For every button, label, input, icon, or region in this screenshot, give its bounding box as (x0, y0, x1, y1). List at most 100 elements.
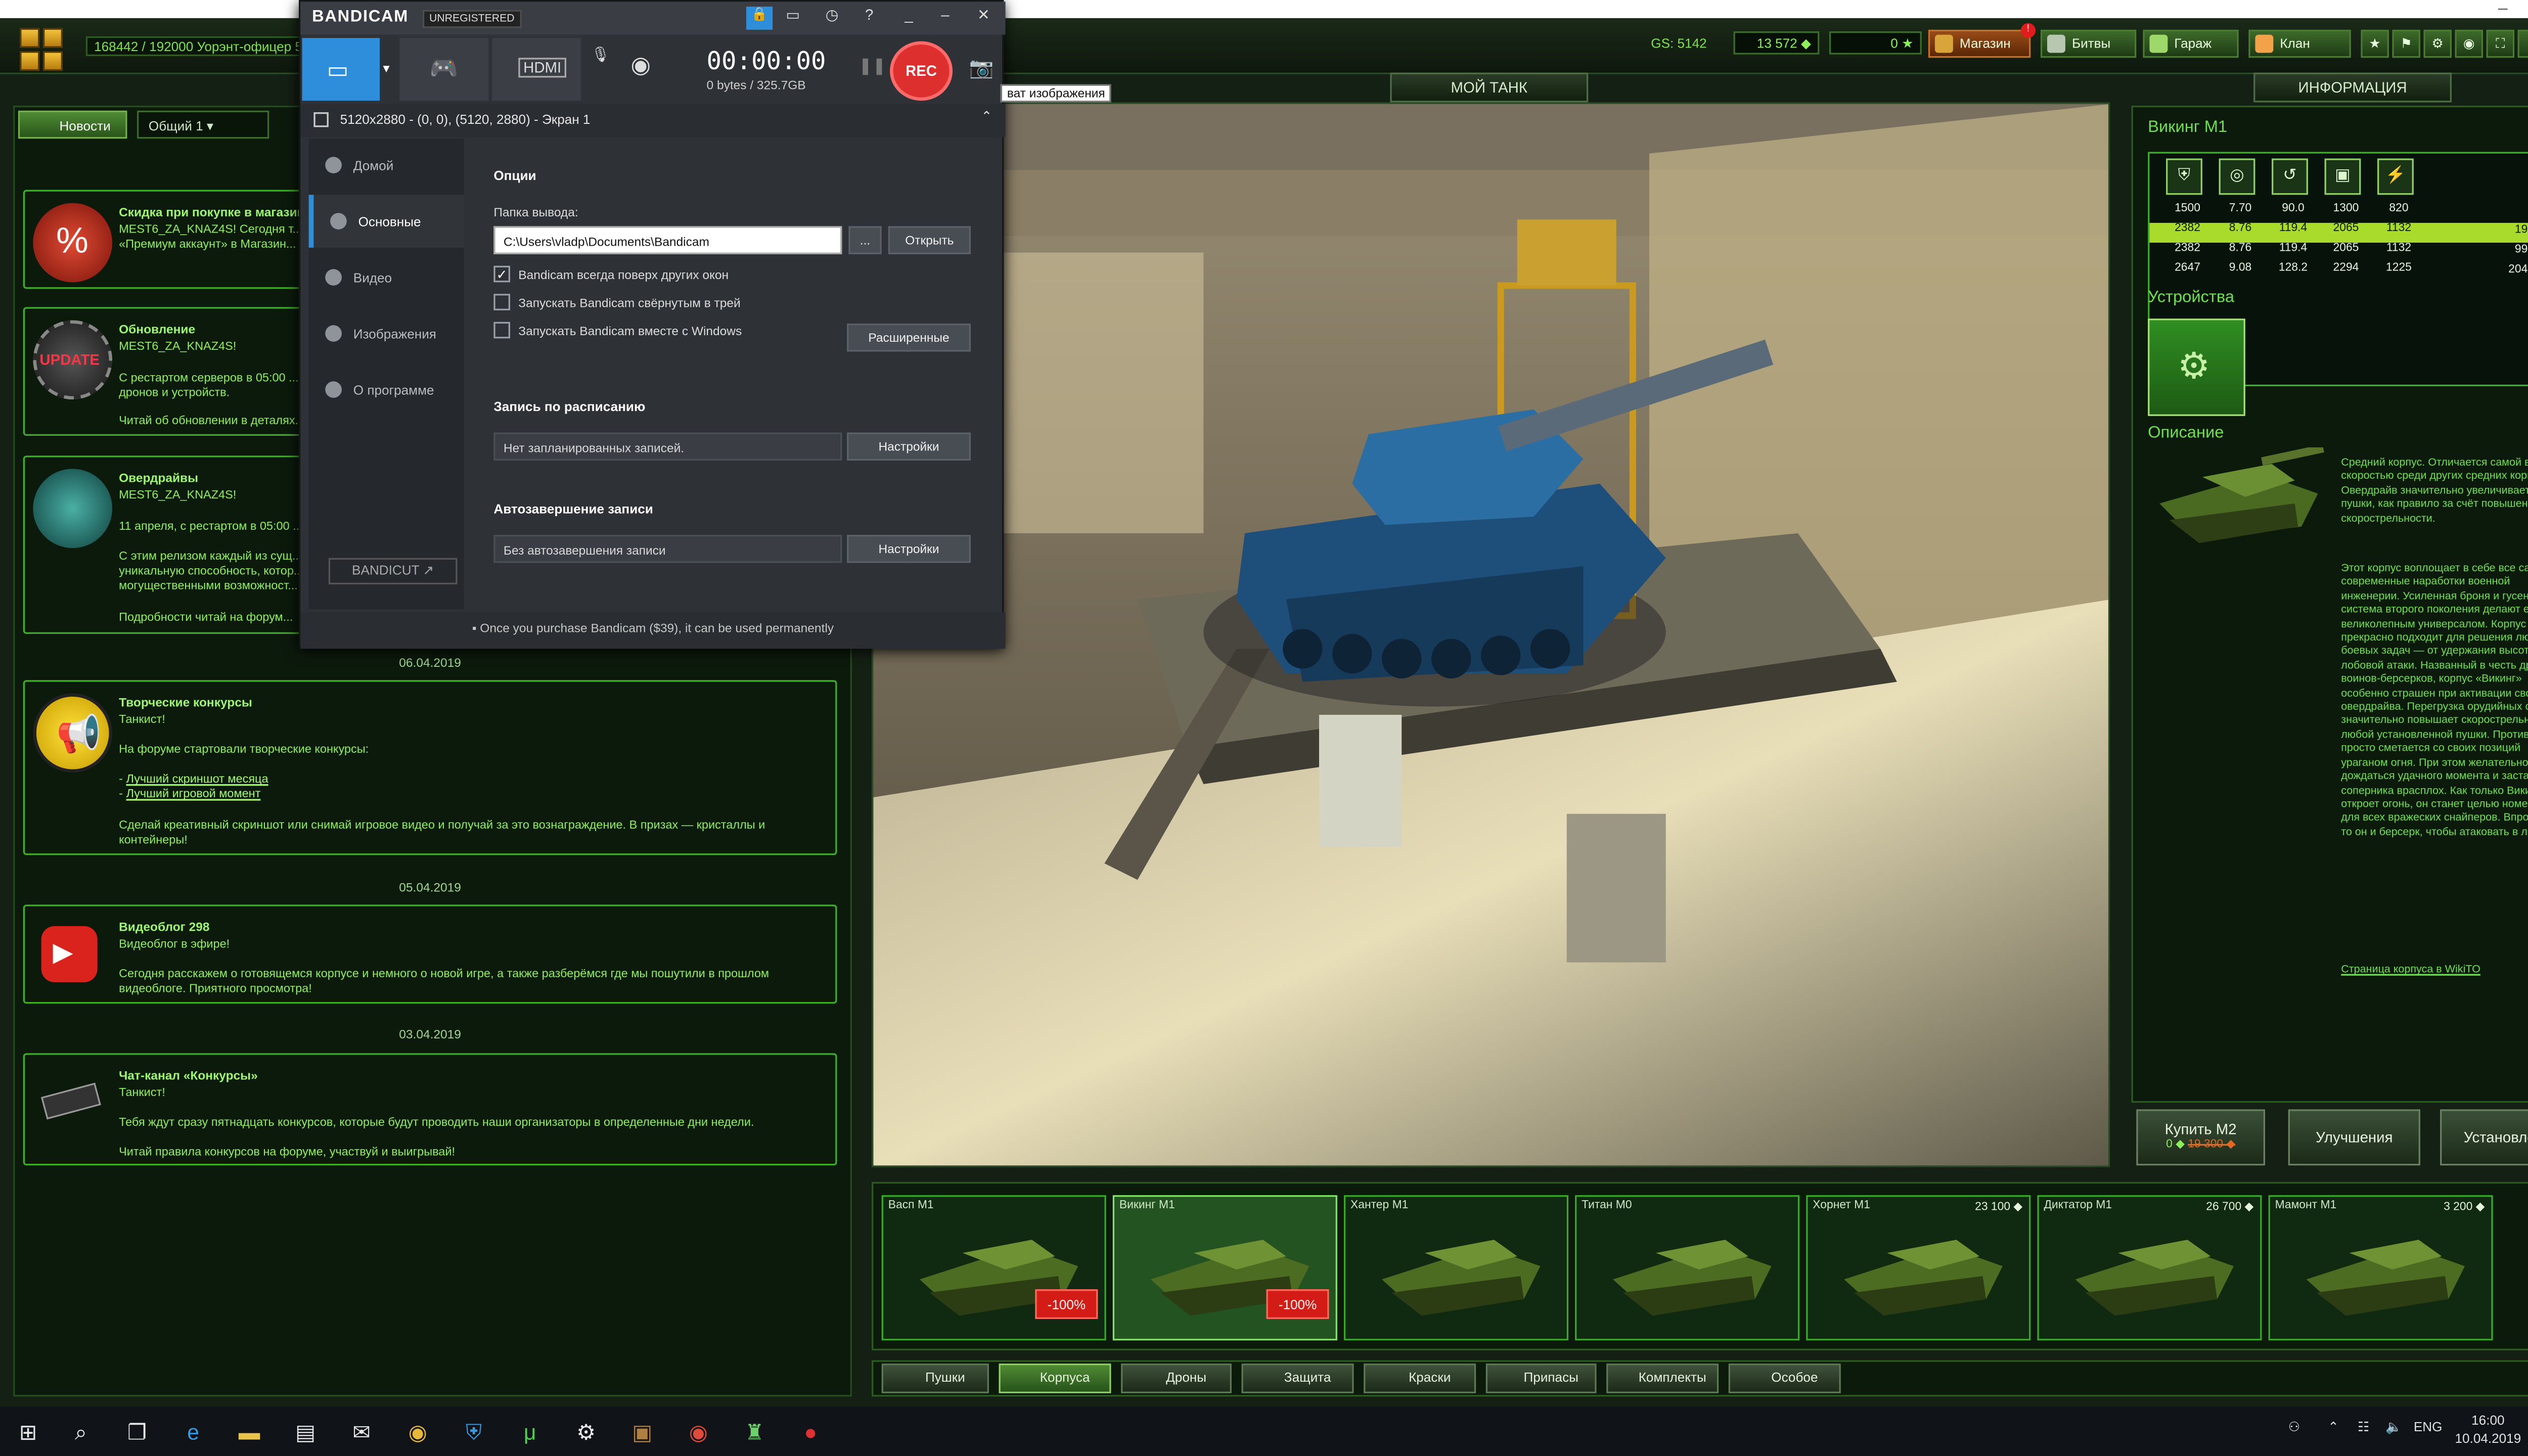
garage-3d-view[interactable] (872, 102, 2110, 1167)
network-icon[interactable]: ☷ (2358, 1420, 2369, 1434)
rec-button[interactable]: REC (889, 41, 953, 101)
game-mode-button[interactable]: 🎮 (399, 38, 489, 101)
utorrent-icon[interactable]: μ (515, 1418, 545, 1448)
store-icon[interactable]: ▤ (291, 1418, 321, 1448)
stat-value: 2647 (2175, 262, 2200, 275)
camera-icon[interactable]: 📷 (969, 56, 994, 79)
news-card-chat-channel[interactable]: Чат-канал «Конкурсы» Танкист! Тебя ждут … (23, 1053, 837, 1166)
hull-card[interactable]: Мамонт М1 3 200 ◆ (2268, 1195, 2493, 1341)
screenshot-contest-link[interactable]: Лучший скриншот месяца (126, 771, 268, 786)
help-icon[interactable]: ? (865, 7, 873, 23)
category-tab[interactable]: Краски (1364, 1363, 1476, 1393)
mail-icon[interactable]: ✉ (347, 1418, 377, 1448)
garage-button[interactable]: Гараж (2143, 29, 2239, 58)
settings-icon[interactable]: ⚙ (571, 1418, 601, 1448)
buy-button[interactable]: Купить М2 0 ◆ 19 300 ◆ (2136, 1109, 2265, 1166)
nav-images[interactable]: Изображения (309, 307, 464, 359)
clock-time[interactable]: 16:00 (2471, 1413, 2504, 1428)
output-folder-input[interactable]: C:\Users\vladp\Documents\Bandicam (493, 226, 842, 254)
browse-button[interactable]: ... (848, 226, 882, 254)
collapse-icon[interactable]: _ (905, 7, 913, 23)
mic-icon[interactable]: 🎙 (591, 46, 610, 64)
hull-card[interactable]: Диктатор М1 26 700 ◆ (2037, 1195, 2262, 1341)
advanced-button[interactable]: Расширенные (847, 323, 971, 352)
clan-button[interactable]: Клан (2248, 29, 2351, 58)
hull-card[interactable]: Викинг М1 -100% (1112, 1195, 1337, 1341)
category-tab[interactable]: Корпуса (999, 1363, 1111, 1393)
hull-card[interactable]: Васп М1 -100% (881, 1195, 1106, 1341)
always-on-top-checkbox[interactable]: ✓ (493, 265, 510, 283)
close-icon[interactable]: ✕ (977, 7, 990, 25)
minimize-button[interactable]: ─ (2487, 0, 2519, 18)
nav-about[interactable]: О программе (309, 363, 464, 416)
start-minimized-checkbox[interactable] (493, 294, 510, 310)
edge-icon[interactable]: e (178, 1418, 208, 1448)
category-tab[interactable]: Защита (1241, 1363, 1354, 1393)
screen-mode-button[interactable]: ▭ ▾ (302, 38, 390, 101)
wiki-link[interactable]: Страница корпуса в WikiTO (2341, 964, 2528, 978)
chrome-icon[interactable]: ◉ (403, 1418, 433, 1448)
chevron-up-icon[interactable]: ⌃ (981, 109, 992, 124)
news-card-contests[interactable]: 📢 Творческие конкурсы Танкист! На форуме… (23, 680, 837, 855)
device-mode-button[interactable]: HDMI (492, 38, 581, 101)
battles-button[interactable]: Битвы (2040, 29, 2137, 58)
volume-icon[interactable]: 🔈 (2385, 1420, 2402, 1434)
stats-row[interactable]: 2647 9.08 128.2 2294 1225 204 200 ◆ (2149, 262, 2528, 282)
maximize-button[interactable]: ☐ (2519, 0, 2528, 18)
minimize-icon[interactable]: – (941, 7, 949, 23)
schedule-settings-button[interactable]: Настройки (847, 432, 971, 461)
hull-card[interactable]: Титан М0 (1575, 1195, 1800, 1341)
news-card-videoblog[interactable]: ▶ Видеоблог 298 Видеоблог в эфире! Сегод… (23, 904, 837, 1004)
pause-icon[interactable]: ❚❚ (859, 58, 886, 76)
people-icon[interactable]: ⚇ (2288, 1420, 2300, 1434)
stats-row[interactable]: 2382 8.76 119.4 2065 1132 19 300 ◆ (2149, 222, 2528, 243)
tray-chevron-icon[interactable]: ⌃ (2328, 1420, 2339, 1434)
tanki-icon[interactable]: ♜ (740, 1418, 770, 1448)
missions-icon[interactable]: ★ (2361, 29, 2389, 58)
tab-news[interactable]: Новости (18, 110, 127, 139)
auto-complete-settings-button[interactable]: Настройки (847, 534, 971, 563)
screen: ─ ☐ ✕ 168442 / 192000 Уорэнт-офицер 5 GS… (0, 0, 2528, 1456)
shop-button[interactable]: Магазин! (1928, 23, 2036, 58)
webcam-icon[interactable]: ◉ (630, 51, 651, 79)
stat-value: 8.76 (2229, 242, 2252, 254)
stats-row[interactable]: 1500 7.70 90.0 1300 820 600 ◆ (2149, 203, 2528, 223)
nav-home[interactable]: Домой (309, 139, 464, 191)
start-with-windows-checkbox[interactable] (493, 322, 510, 339)
nav-general[interactable]: Основные (308, 195, 464, 248)
category-tab[interactable]: Особое (1728, 1363, 1841, 1393)
category-tab[interactable]: Комплекты (1606, 1363, 1719, 1393)
bandicut-button[interactable]: BANDICUT ↗ (328, 558, 458, 584)
menu-logo-icon[interactable] (20, 28, 66, 74)
fullscreen-icon[interactable]: ⛶ (2486, 29, 2515, 58)
settings-icon[interactable]: ⚙ (2423, 29, 2452, 58)
clock-date[interactable]: 10.04.2019 (2455, 1431, 2521, 1446)
hull-card[interactable]: Хорнет М1 23 100 ◆ (1806, 1195, 2031, 1341)
tab-general-chat[interactable]: Общий 1 ▾ (137, 110, 269, 139)
sound-icon[interactable]: ◉ (2455, 29, 2484, 58)
start-icon[interactable]: ⊞ (13, 1418, 43, 1448)
language-indicator[interactable]: ENG (2414, 1420, 2443, 1434)
lock-icon[interactable]: 🔒 (746, 7, 773, 30)
category-tab[interactable]: Припасы (1485, 1363, 1597, 1393)
explorer-icon[interactable]: ▬ (235, 1418, 264, 1448)
nav-video[interactable]: Видео (309, 251, 464, 303)
stats-row[interactable]: 2382 8.76 119.4 2065 1132 99 900 ◆ (2149, 243, 2528, 262)
help-icon[interactable]: ? (2517, 29, 2528, 58)
open-folder-button[interactable]: Открыть (888, 226, 971, 254)
hull-card[interactable]: Хантер М1 (1343, 1195, 1569, 1341)
friends-icon[interactable]: ⚑ (2392, 29, 2420, 58)
device-slot[interactable]: ⚙ (2148, 318, 2245, 416)
chrome-icon[interactable]: ◉ (684, 1418, 713, 1448)
folder-icon[interactable]: ▭ (786, 7, 800, 25)
search-icon[interactable]: ⌕ (66, 1418, 96, 1448)
bandicam-icon[interactable]: ● (796, 1418, 826, 1448)
shield-icon[interactable]: ⛨ (459, 1418, 489, 1448)
category-tab[interactable]: Пушки (881, 1363, 989, 1393)
category-tab[interactable]: Дроны (1121, 1363, 1232, 1393)
upgrades-button[interactable]: Улучшения (2288, 1109, 2420, 1166)
gameplay-contest-link[interactable]: Лучший игровой момент (126, 786, 260, 800)
task-view-icon[interactable]: ❐ (122, 1418, 152, 1448)
clock-icon[interactable]: ◷ (826, 7, 839, 25)
package-icon[interactable]: ▣ (627, 1418, 657, 1448)
